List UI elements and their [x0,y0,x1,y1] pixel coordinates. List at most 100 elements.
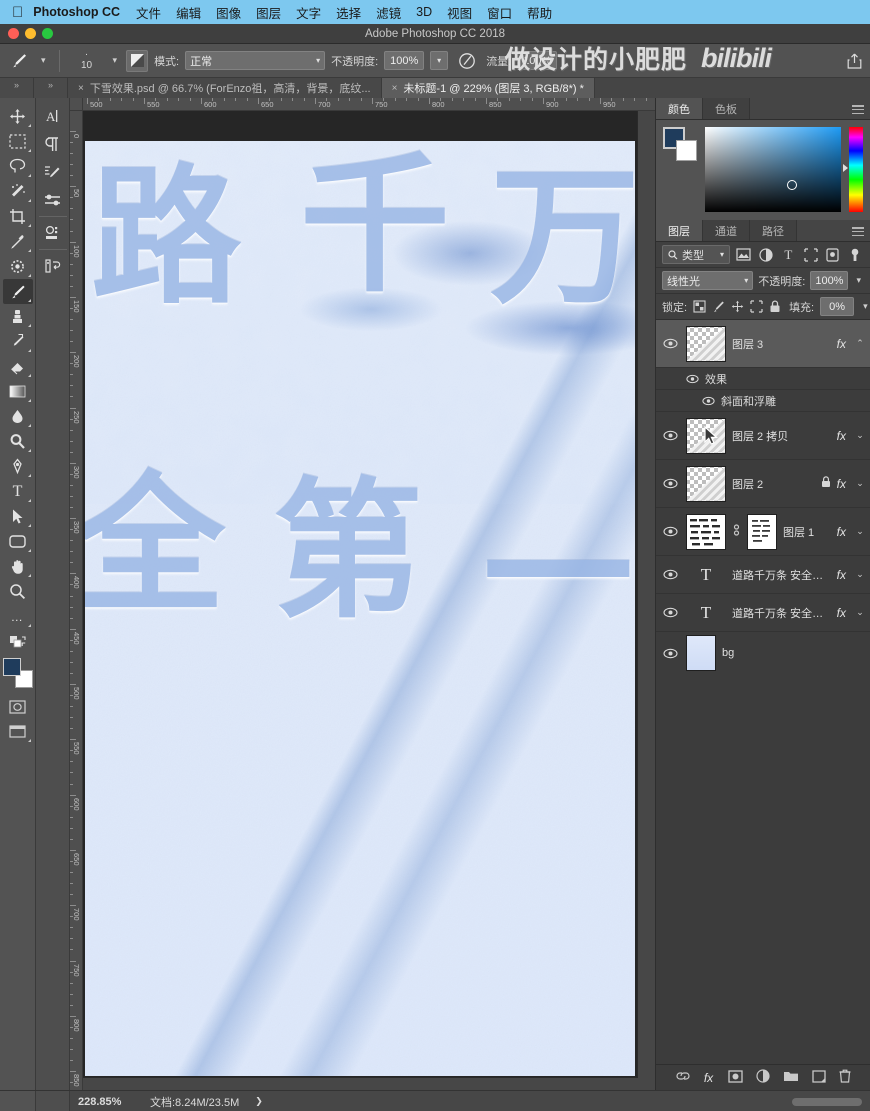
eyedropper-tool[interactable] [3,229,33,254]
layer-thumbnail[interactable] [686,465,726,502]
type-filter-icon[interactable]: T [780,246,797,264]
lock-all-icon[interactable] [769,299,781,314]
panel-menu-icon[interactable] [852,105,864,114]
menu-item-3d[interactable]: 3D [416,5,432,19]
menu-item-view[interactable]: 视图 [447,3,472,22]
lasso-tool[interactable] [3,154,33,179]
add-fx-icon[interactable]: fx [704,1071,715,1085]
toolbar-collapse-handle[interactable]: » [0,78,34,98]
layer-mask-link-icon[interactable] [732,523,741,540]
delete-layer-icon[interactable] [839,1069,851,1086]
toolbar2-collapse-handle[interactable]: » [34,78,68,98]
document-size-info[interactable]: 文档:8.24M/23.5M [140,1094,249,1110]
tab-swatches[interactable]: 色板 [703,98,750,119]
menu-item-edit[interactable]: 编辑 [176,3,201,22]
quick-mask-icon[interactable] [3,694,33,719]
move-tool[interactable] [3,104,33,129]
brush-preset-chevron-icon[interactable]: ▾ [38,55,49,66]
lock-nesting-icon[interactable] [750,299,763,314]
layer-name[interactable]: 图层 2 拷贝 [732,428,831,444]
canvas-area[interactable]: 500 550 600 650 700 750 800 850 900 950 0 50 100 150… [70,98,655,1090]
menu-item-file[interactable]: 文件 [136,3,161,22]
type-tool[interactable]: T [3,479,33,504]
color-picker-marker[interactable] [786,179,797,190]
tab-color[interactable]: 颜色 [656,98,703,119]
layer-thumbnail[interactable] [686,417,726,454]
menu-item-type[interactable]: 文字 [296,3,321,22]
layer-name[interactable]: 道路千万条 安全第一... [732,567,831,583]
horizontal-scrollbar[interactable] [792,1097,862,1106]
type-layer-icon[interactable]: T [686,603,726,623]
blend-mode-select[interactable]: 正常 ▾ [185,51,326,70]
more-tools-button[interactable]: … [3,604,33,629]
layer-visibility-icon[interactable] [660,648,680,659]
tab-paths[interactable]: 路径 [750,220,797,241]
color-field[interactable] [705,127,841,212]
pen-tool[interactable] [3,454,33,479]
hue-slider-marker[interactable] [843,164,848,173]
layer-mask-thumbnail[interactable] [747,513,777,550]
tab-channels[interactable]: 通道 [703,220,750,241]
layer-list[interactable]: 图层 3 fx ⌃ 效果 斜面和浮雕 图层 2 拷贝 fx ⌄ 图层 2 fx … [656,320,870,1064]
foreground-color-swatch[interactable] [2,658,21,676]
brush-tool[interactable] [2,279,33,304]
menu-item-help[interactable]: 帮助 [527,3,552,22]
layer-fx-badge[interactable]: fx [837,477,848,491]
horizontal-ruler[interactable]: 500 550 600 650 700 750 800 850 900 950 [83,98,655,111]
layer-visibility-icon[interactable] [660,478,680,489]
flow-input[interactable]: 100% [517,51,558,70]
layer-expand-chevron-icon[interactable]: ⌄ [854,478,866,489]
brush-settings-icon[interactable] [39,158,67,186]
layer-row-layer2[interactable]: 图层 2 fx ⌄ [656,460,870,508]
link-layers-icon[interactable] [675,1071,691,1084]
layer-fx-badge[interactable]: fx [837,337,848,351]
layer-fx-badge[interactable]: fx [837,429,848,443]
layer-filter-select[interactable]: 类型 ▾ [662,245,730,264]
layer-thumbnail[interactable] [686,325,726,362]
adjustment-filter-icon[interactable] [757,246,774,264]
layer-visibility-icon[interactable] [660,338,680,349]
share-icon[interactable] [847,53,862,72]
document-tab-snow-effect[interactable]: × 下雪效果.psd @ 66.7% (ForEnzo祖，高清，背景，底纹... [68,78,382,98]
close-icon[interactable]: × [78,83,84,94]
add-mask-icon[interactable] [728,1069,743,1086]
close-button[interactable] [8,28,19,39]
layer-row-type-2[interactable]: T 道路千万条 安全第一... fx ⌄ [656,594,870,632]
filter-toggle-switch[interactable] [847,246,864,264]
color-panel-swatches[interactable] [663,127,697,161]
crop-tool[interactable] [3,204,33,229]
status-expand-arrow-icon[interactable]: ❯ [249,1096,269,1107]
rectangle-tool[interactable] [3,529,33,554]
layer-fx-badge[interactable]: fx [837,568,848,582]
layer-expand-chevron-icon[interactable]: ⌄ [854,526,866,537]
apple-icon[interactable]:  [12,5,23,20]
layer-opacity-input[interactable]: 100% [810,271,849,290]
panel-menu-icon[interactable] [852,227,864,236]
airbrush-toggle-icon[interactable] [126,49,149,72]
layer-name[interactable]: 道路千万条 安全第一... [732,605,831,621]
magic-wand-tool[interactable] [3,179,33,204]
ruler-origin-corner[interactable] [70,98,83,111]
hue-slider[interactable] [843,127,863,212]
snow-image[interactable]: 路 千 万 全 第 一 [85,141,635,1076]
paragraph-panel-icon[interactable] [39,130,67,158]
gradient-tool[interactable] [3,379,33,404]
layer-opacity-chevron-icon[interactable]: ▾ [853,275,864,286]
layer-visibility-icon[interactable] [660,430,680,441]
effect-visibility-icon[interactable] [702,396,715,406]
history-icon[interactable] [39,252,67,280]
hand-tool[interactable] [3,554,33,579]
layer-fill-input[interactable]: 0% [820,297,855,316]
layer-expand-chevron-icon[interactable]: ⌄ [854,607,866,618]
zoom-level[interactable]: 228.85% [70,1096,140,1108]
type-layer-icon[interactable]: T [686,565,726,585]
zoom-tool[interactable] [3,579,33,604]
clone-stamp-tool[interactable] [3,304,33,329]
default-colors-icon[interactable] [3,629,33,654]
menu-item-window[interactable]: 窗口 [487,3,512,22]
layer-row-bg[interactable]: bg [656,632,870,674]
path-selection-tool[interactable] [3,504,33,529]
shape-filter-icon[interactable] [802,246,819,264]
close-icon[interactable]: × [392,83,398,94]
menu-item-select[interactable]: 选择 [336,3,361,22]
